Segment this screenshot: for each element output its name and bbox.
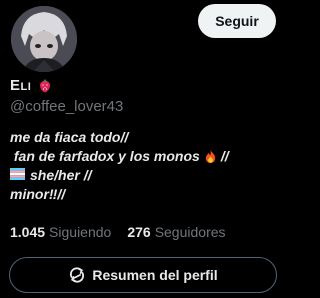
followers-count: 276 [127,224,151,240]
sparkle-refresh-icon [68,266,86,284]
display-name: Eli [10,76,32,94]
following-link[interactable]: 1.045 Siguiendo [10,224,111,240]
fire-icon [203,149,218,164]
bio-line-3-text: she/her // [30,167,92,183]
following-count: 1.045 [10,224,46,240]
bio-line-2-suffix: // [220,148,229,164]
bio-line-2: fan de farfadox y los monos // [10,147,280,166]
bio: me da fiaca todo// fan de farfadox y los… [10,128,280,204]
strawberry-icon [37,77,53,93]
profile-stats: 1.045 Siguiendo 276 Seguidores [10,224,226,240]
follow-button[interactable]: Seguir [198,4,276,38]
handle: @coffee_lover43 [10,98,124,115]
transgender-flag-icon [10,168,25,183]
followers-label: Seguidores [154,224,226,240]
profile-summary-button[interactable]: Resumen del perfil [9,257,277,293]
avatar[interactable] [9,4,79,74]
profile-summary-label: Resumen del perfil [92,267,218,283]
bio-line-4: minor‼// [10,186,66,202]
bio-line-2-text: fan de farfadox y los monos [13,148,200,164]
followers-link[interactable]: 276 Seguidores [127,224,225,240]
bio-line-3: she/her // [10,166,280,185]
following-label: Siguiendo [49,224,112,240]
display-name-row: Eli [10,75,53,95]
avatar-image [11,6,77,72]
bio-line-1: me da fiaca todo// [10,129,129,145]
